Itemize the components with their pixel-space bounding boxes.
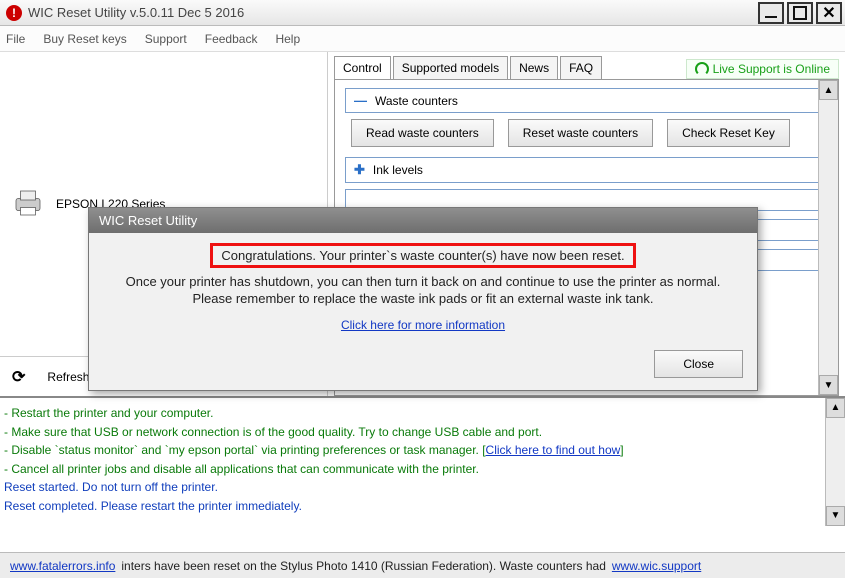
status-text: inters have been reset on the Stylus Pho… xyxy=(121,559,606,573)
reset-waste-counters-button[interactable]: Reset waste counters xyxy=(508,119,653,147)
reset-complete-dialog: WIC Reset Utility Congratulations. Your … xyxy=(88,207,758,391)
log-line: - Make sure that USB or network connecti… xyxy=(4,423,841,442)
log-line: - Restart the printer and your computer. xyxy=(4,404,841,423)
menu-help[interactable]: Help xyxy=(275,32,300,46)
headset-icon xyxy=(695,62,709,76)
log-line: - Disable `status monitor` and `my epson… xyxy=(4,441,841,460)
close-window-button[interactable]: ✕ xyxy=(816,2,842,24)
tab-row: Control Supported models News FAQ Live S… xyxy=(334,56,839,79)
menu-feedback[interactable]: Feedback xyxy=(205,32,258,46)
dialog-more-info-link[interactable]: Click here for more information xyxy=(341,318,505,332)
tab-news[interactable]: News xyxy=(510,56,558,79)
tab-supported-models[interactable]: Supported models xyxy=(393,56,508,79)
log-scrollbar[interactable]: ▲ ▼ xyxy=(825,398,845,526)
scroll-down-icon[interactable]: ▼ xyxy=(819,375,838,395)
expand-icon: ✚ xyxy=(354,162,365,178)
waste-counters-label: Waste counters xyxy=(375,94,458,108)
content-scrollbar[interactable]: ▲ ▼ xyxy=(818,80,838,395)
maximize-button[interactable] xyxy=(787,2,813,24)
dialog-text: Once your printer has shutdown, you can … xyxy=(103,274,743,289)
log-panel: - Restart the printer and your computer.… xyxy=(0,396,845,526)
dialog-title: WIC Reset Utility xyxy=(89,208,757,233)
statusbar: www.fatalerrors.info inters have been re… xyxy=(0,552,845,578)
menu-buy-keys[interactable]: Buy Reset keys xyxy=(43,32,126,46)
scroll-up-icon[interactable]: ▲ xyxy=(826,398,845,418)
collapse-icon: — xyxy=(354,93,367,108)
menu-support[interactable]: Support xyxy=(145,32,187,46)
window-title: WIC Reset Utility v.5.0.11 Dec 5 2016 xyxy=(28,5,758,20)
menu-file[interactable]: File xyxy=(6,32,25,46)
printer-icon xyxy=(10,185,46,224)
live-support-text: Live Support is Online xyxy=(713,62,830,76)
dialog-headline: Congratulations. Your printer`s waste co… xyxy=(210,243,635,268)
dialog-close-button[interactable]: Close xyxy=(654,350,743,378)
scroll-down-icon[interactable]: ▼ xyxy=(826,506,845,526)
dialog-text: Please remember to replace the waste ink… xyxy=(103,291,743,306)
ink-levels-label: Ink levels xyxy=(373,163,423,177)
ink-levels-section[interactable]: ✚ Ink levels xyxy=(345,157,828,183)
tab-control[interactable]: Control xyxy=(334,56,391,79)
check-reset-key-button[interactable]: Check Reset Key xyxy=(667,119,790,147)
menubar: File Buy Reset keys Support Feedback Hel… xyxy=(0,26,845,52)
titlebar: ! WIC Reset Utility v.5.0.11 Dec 5 2016 … xyxy=(0,0,845,26)
read-waste-counters-button[interactable]: Read waste counters xyxy=(351,119,494,147)
log-line: Reset started. Do not turn off the print… xyxy=(4,478,841,497)
status-link-wicsupport[interactable]: www.wic.support xyxy=(612,559,701,573)
status-link-fatalerrors[interactable]: www.fatalerrors.info xyxy=(10,559,115,573)
tab-faq[interactable]: FAQ xyxy=(560,56,602,79)
app-icon: ! xyxy=(6,5,22,21)
refresh-icon[interactable]: ⟳ xyxy=(12,367,25,387)
scroll-up-icon[interactable]: ▲ xyxy=(819,80,838,100)
waste-counters-section[interactable]: — Waste counters xyxy=(345,88,828,113)
log-line: - Cancel all printer jobs and disable al… xyxy=(4,460,841,479)
log-link-find-out-how[interactable]: Click here to find out how xyxy=(486,443,621,457)
minimize-button[interactable] xyxy=(758,2,784,24)
log-line: Reset completed. Please restart the prin… xyxy=(4,497,841,516)
live-support-badge[interactable]: Live Support is Online xyxy=(686,59,839,79)
